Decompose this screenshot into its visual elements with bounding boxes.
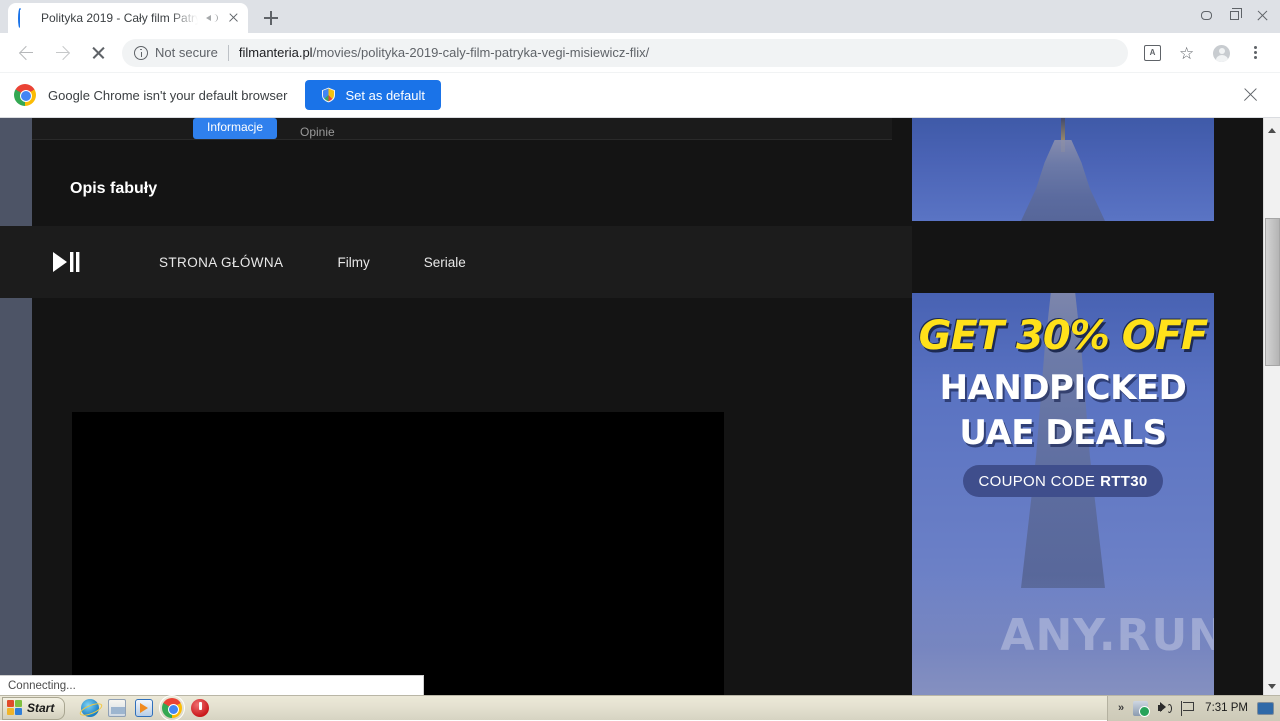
audio-playing-icon[interactable]: [205, 11, 219, 25]
stop-icon[interactable]: [191, 699, 209, 717]
site-nav-links: STRONA GŁÓWNA Filmy Seriale: [132, 255, 493, 270]
ad-headline: GET 30% OFF: [912, 313, 1214, 359]
nav-link-home[interactable]: STRONA GŁÓWNA: [132, 255, 310, 270]
url-host: filmanteria.pl: [239, 45, 313, 60]
ad-coupon-prefix: COUPON CODE: [979, 473, 1096, 490]
address-bar[interactable]: Not secure filmanteria.pl /movies/polity…: [122, 39, 1128, 67]
ad-skyline: [912, 575, 1214, 695]
media-player-icon[interactable]: [135, 699, 153, 717]
close-window-button[interactable]: [1248, 2, 1276, 28]
system-tray: » 7:31 PM: [1107, 696, 1280, 721]
start-button[interactable]: Start: [2, 697, 65, 720]
chrome-logo-icon: [14, 84, 36, 106]
scroll-down-arrow-icon[interactable]: [1264, 678, 1280, 695]
meta-primary-button[interactable]: Informacje: [193, 118, 277, 139]
set-as-default-label: Set as default: [345, 88, 425, 103]
tab-close-icon[interactable]: [226, 10, 242, 26]
network-icon[interactable]: [1133, 701, 1148, 716]
file-explorer-icon[interactable]: [108, 699, 126, 717]
nav-link-movies[interactable]: Filmy: [310, 255, 396, 270]
plot-description-block: Opis fabuły: [32, 141, 892, 226]
omnibox-separator: [228, 45, 229, 61]
status-bar: Connecting...: [0, 675, 424, 695]
default-browser-message: Google Chrome isn't your default browser: [48, 88, 287, 103]
tab-strip: Polityka 2019 - Cały film Patryka: [0, 0, 1280, 33]
clock-label: 7:31 PM: [1205, 702, 1248, 714]
star-icon[interactable]: ☆: [1173, 39, 1201, 67]
browser-toolbar: Not secure filmanteria.pl /movies/polity…: [0, 33, 1280, 73]
tray-expand-chevron-icon[interactable]: »: [1118, 702, 1124, 714]
info-circle-icon: [134, 46, 148, 60]
ad-line-two: HANDPICKED: [912, 368, 1214, 408]
url-path: /movies/polityka-2019-caly-film-patryka-…: [313, 45, 650, 60]
movie-meta-strip: Informacje Opinie: [32, 118, 892, 140]
video-player[interactable]: 2:15:02: [72, 412, 724, 695]
new-tab-button[interactable]: [258, 5, 284, 31]
windows-taskbar: Start » 7:31 PM: [0, 695, 1280, 720]
play-pause-logo-icon[interactable]: [48, 247, 84, 277]
back-arrow-icon[interactable]: [11, 38, 41, 68]
scroll-up-arrow-icon[interactable]: [1264, 118, 1280, 135]
default-browser-bar: Google Chrome isn't your default browser…: [0, 73, 1280, 118]
quick-launch-bar: [81, 698, 209, 718]
ad-banner-main[interactable]: GET 30% OFF HANDPICKED UAE DEALS COUPON …: [912, 293, 1214, 695]
minimize-button[interactable]: [1192, 2, 1220, 28]
browser-tab[interactable]: Polityka 2019 - Cały film Patryka: [8, 3, 248, 33]
plot-description-title: Opis fabuły: [70, 180, 157, 198]
dismiss-default-bar-icon[interactable]: [1242, 86, 1260, 104]
volume-icon[interactable]: [1157, 701, 1172, 716]
internet-explorer-icon[interactable]: [81, 699, 99, 717]
vertical-scrollbar[interactable]: [1263, 118, 1280, 695]
monitor-icon[interactable]: [1257, 702, 1274, 715]
tab-title: Polityka 2019 - Cały film Patryka: [41, 11, 198, 25]
page-viewport: Informacje Opinie Opis fabuły STRONA GŁÓ…: [0, 118, 1280, 695]
restore-button[interactable]: [1220, 2, 1248, 28]
scrollbar-thumb[interactable]: [1265, 218, 1280, 366]
chrome-icon[interactable]: [162, 698, 182, 718]
forward-arrow-icon[interactable]: [47, 38, 77, 68]
windows-flag-icon: [7, 700, 23, 716]
ad-coupon-code: RTT30: [1100, 473, 1147, 490]
browser-window: Polityka 2019 - Cały film Patryka Not se…: [0, 0, 1280, 720]
start-button-label: Start: [27, 701, 54, 715]
player-section: 2:15:02: [32, 298, 892, 695]
ad-banner-top[interactable]: [912, 118, 1214, 221]
set-as-default-button[interactable]: Set as default: [305, 80, 441, 110]
ad-line-three: UAE DEALS: [912, 413, 1214, 453]
window-controls: [1192, 2, 1276, 28]
translate-icon[interactable]: A: [1139, 39, 1167, 67]
meta-secondary-button[interactable]: Opinie: [300, 125, 335, 139]
three-dot-menu-icon[interactable]: [1241, 39, 1269, 67]
flag-icon[interactable]: [1181, 701, 1196, 716]
ad-coupon-badge: COUPON CODE RTT30: [963, 465, 1163, 497]
website-page: Informacje Opinie Opis fabuły STRONA GŁÓ…: [32, 118, 1264, 695]
loading-spinner-icon: [18, 10, 34, 26]
shield-icon: [321, 87, 336, 103]
stop-loading-icon[interactable]: [83, 38, 113, 68]
ad-column: GET 30% OFF HANDPICKED UAE DEALS COUPON …: [912, 118, 1264, 695]
profile-avatar-icon[interactable]: [1207, 39, 1235, 67]
security-label: Not secure: [155, 45, 218, 60]
nav-link-series[interactable]: Seriale: [397, 255, 493, 270]
